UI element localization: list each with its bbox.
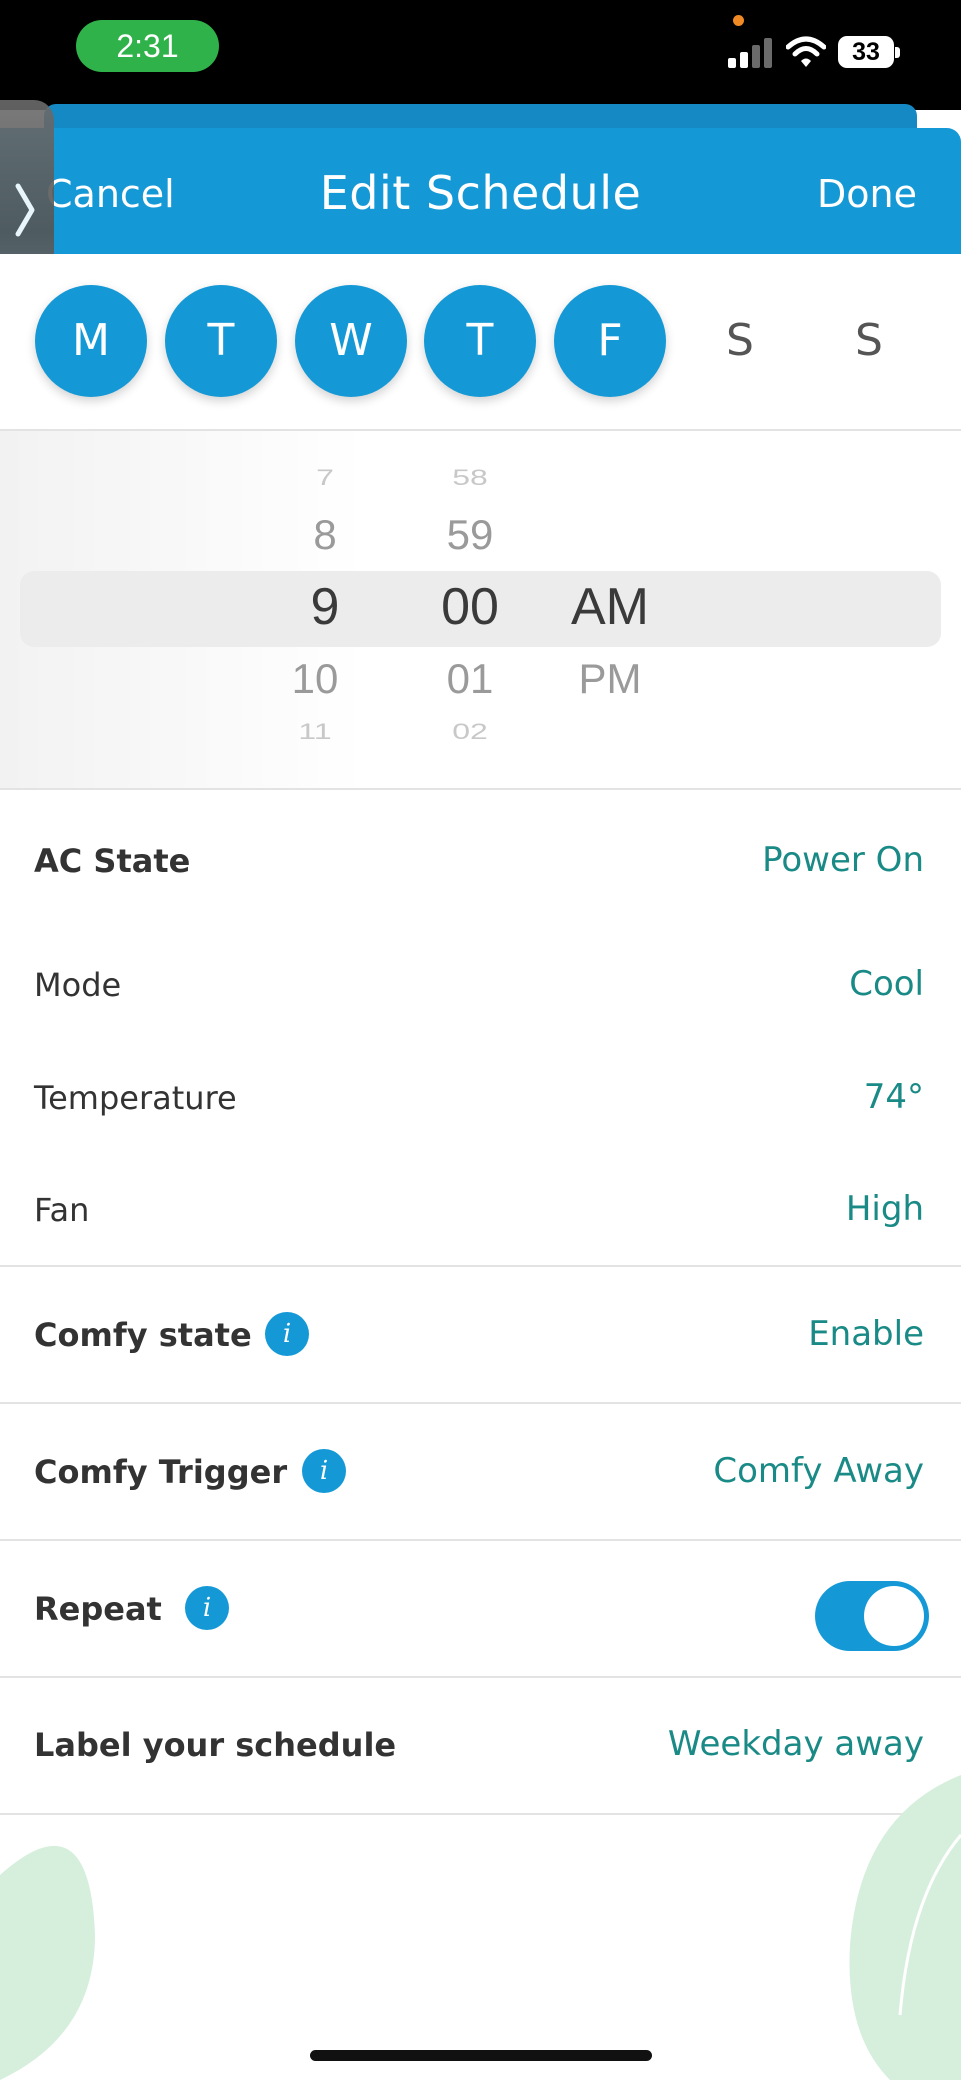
battery-icon: 33 bbox=[838, 36, 900, 70]
hour-option[interactable]: 7 bbox=[270, 465, 380, 491]
temperature-value[interactable]: 74° bbox=[864, 1077, 924, 1117]
done-button[interactable]: Done bbox=[817, 172, 917, 216]
minute-option[interactable]: 02 bbox=[415, 719, 525, 745]
day-saturday[interactable]: S bbox=[684, 285, 796, 397]
info-icon[interactable]: i bbox=[265, 1312, 309, 1356]
leaf-decoration-left bbox=[0, 1845, 95, 2080]
battery-tip bbox=[895, 47, 900, 58]
fan-value[interactable]: High bbox=[846, 1189, 924, 1229]
minute-option[interactable]: 58 bbox=[415, 465, 525, 491]
leaf-decoration-right bbox=[849, 1775, 961, 2080]
home-indicator[interactable] bbox=[310, 2050, 652, 2061]
schedule-label-label: Label your schedule bbox=[34, 1726, 397, 1764]
comfy-trigger-value[interactable]: Comfy Away bbox=[713, 1451, 924, 1491]
day-sunday[interactable]: S bbox=[813, 285, 925, 397]
comfy-state-value[interactable]: Enable bbox=[808, 1314, 924, 1354]
fan-label: Fan bbox=[34, 1191, 90, 1229]
day-tuesday[interactable]: T bbox=[165, 285, 277, 397]
comfy-trigger-label: Comfy Trigger bbox=[34, 1453, 288, 1491]
minute-option[interactable]: 01 bbox=[415, 655, 525, 703]
comfy-state-row: Comfy state i Enable bbox=[0, 1267, 961, 1402]
hour-option[interactable]: 10 bbox=[260, 655, 370, 703]
wifi-icon bbox=[786, 36, 826, 67]
minute-option[interactable]: 59 bbox=[415, 511, 525, 559]
ac-state-label: AC State bbox=[34, 842, 191, 880]
hour-selected[interactable]: 9 bbox=[270, 577, 380, 637]
comfy-trigger-row: Comfy Trigger i Comfy Away bbox=[0, 1404, 961, 1539]
schedule-label-value[interactable]: Weekday away bbox=[668, 1724, 924, 1764]
mode-value[interactable]: Cool bbox=[849, 964, 924, 1004]
day-thursday[interactable]: T bbox=[424, 285, 536, 397]
ac-state-value[interactable]: Power On bbox=[762, 840, 924, 880]
day-wednesday[interactable]: W bbox=[295, 285, 407, 397]
period-option[interactable]: PM bbox=[550, 655, 670, 703]
info-icon[interactable]: i bbox=[185, 1586, 229, 1630]
repeat-label: Repeat bbox=[34, 1590, 162, 1628]
ac-settings-group: AC State Power On Mode Cool Temperature … bbox=[0, 790, 961, 1270]
day-friday[interactable]: F bbox=[554, 285, 666, 397]
day-monday[interactable]: M bbox=[35, 285, 147, 397]
repeat-row: Repeat i bbox=[0, 1541, 961, 1676]
toggle-knob bbox=[864, 1586, 924, 1646]
header-bar: Cancel Edit Schedule Done bbox=[0, 128, 961, 254]
battery-level: 33 bbox=[838, 36, 894, 68]
mode-label: Mode bbox=[34, 966, 122, 1004]
cellular-signal-icon bbox=[728, 38, 772, 68]
status-time: 2:31 bbox=[76, 20, 219, 72]
period-selected[interactable]: AM bbox=[550, 577, 670, 637]
comfy-state-label: Comfy state bbox=[34, 1316, 252, 1354]
minute-selected[interactable]: 00 bbox=[415, 577, 525, 637]
status-bar: 2:31 33 bbox=[0, 0, 961, 110]
hour-option[interactable]: 11 bbox=[260, 719, 370, 745]
temperature-label: Temperature bbox=[34, 1079, 237, 1117]
privacy-indicator-dot bbox=[733, 15, 744, 26]
day-selector: M T W T F S S bbox=[0, 254, 961, 429]
time-picker[interactable]: 7 8 9 10 11 58 59 00 01 02 AM PM bbox=[0, 431, 961, 788]
info-icon[interactable]: i bbox=[302, 1449, 346, 1493]
repeat-toggle[interactable] bbox=[815, 1581, 929, 1651]
chevron-right-icon bbox=[15, 183, 35, 237]
hour-option[interactable]: 8 bbox=[270, 511, 380, 559]
